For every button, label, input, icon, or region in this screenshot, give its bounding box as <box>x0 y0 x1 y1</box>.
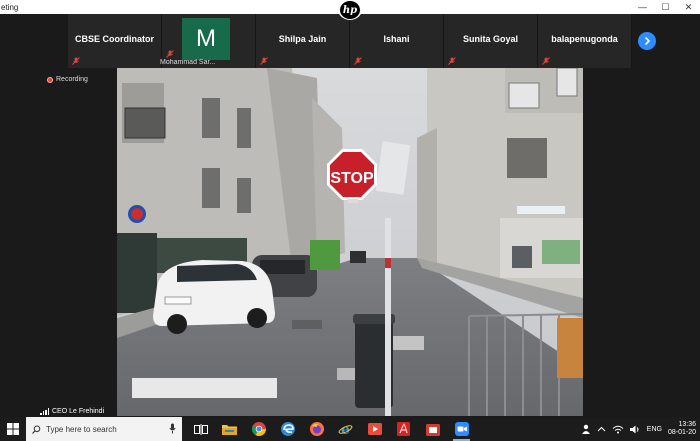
remote-app-icon[interactable] <box>360 417 389 441</box>
recording-indicator[interactable]: Recording <box>47 76 88 83</box>
signal-bars-icon <box>40 408 49 415</box>
maximize-button[interactable]: ☐ <box>654 0 677 14</box>
muted-mic-icon <box>354 57 362 65</box>
people-icon[interactable] <box>581 424 591 435</box>
participant-name: Ishani <box>383 34 410 44</box>
muted-mic-icon <box>166 50 174 58</box>
record-dot-icon <box>47 76 53 83</box>
next-page-button[interactable] <box>638 32 656 50</box>
participant-name: Sunita Goyal <box>462 34 518 44</box>
window-title: eting <box>1 2 19 12</box>
stop-sign-text: STOP <box>330 170 374 187</box>
search-icon <box>32 425 41 434</box>
search-placeholder: Type here to search <box>46 424 117 434</box>
firefox-icon[interactable] <box>302 417 331 441</box>
speaker-icon[interactable] <box>629 425 641 434</box>
recording-label: Recording <box>56 76 88 83</box>
window-controls: — ☐ ✕ <box>631 0 700 14</box>
muted-mic-icon <box>260 57 268 65</box>
participant-strip: CBSE Coordinator M Mohammad Sar... Shilp… <box>68 14 632 68</box>
taskbar-search-box[interactable]: Type here to search <box>26 417 182 441</box>
speaker-name: CEO Le Frehindi <box>52 408 105 415</box>
svg-text:e: e <box>341 422 350 436</box>
muted-mic-icon <box>72 57 80 65</box>
minimize-button[interactable]: — <box>631 0 654 14</box>
acrobat-icon[interactable] <box>389 417 418 441</box>
system-tray: ENG 13:36 08-01-20 <box>581 417 700 441</box>
zoom-meeting-window: eting — ☐ ✕ hp CBSE Coordinator M Mohamm… <box>0 0 700 441</box>
chevron-right-icon <box>644 36 651 46</box>
windows-logo-icon <box>7 423 19 435</box>
participant-name: CBSE Coordinator <box>74 34 154 44</box>
participant-name: Mohammad Sar... <box>160 59 216 66</box>
file-explorer-icon[interactable] <box>215 417 244 441</box>
internet-explorer-icon[interactable]: e <box>331 417 360 441</box>
microphone-icon[interactable] <box>169 423 176 434</box>
participant-tile[interactable]: M Mohammad Sar... <box>160 14 256 68</box>
clock-time: 13:36 <box>678 421 696 428</box>
clock-date: 08-01-20 <box>667 429 696 436</box>
participant-tile[interactable]: Sunita Goyal <box>444 14 538 68</box>
street-scene-image: STOP <box>117 68 583 416</box>
windows-taskbar: Type here to search e ENG 13:36 08-01-20 <box>0 417 700 441</box>
hp-logo-text: hp <box>340 1 360 19</box>
participant-name: balapenugonda <box>551 34 618 44</box>
participant-tile[interactable]: Ishani <box>350 14 444 68</box>
files-app-icon[interactable] <box>418 417 447 441</box>
wifi-icon[interactable] <box>612 425 624 434</box>
active-speaker-label: CEO Le Frehindi <box>40 408 104 415</box>
close-button[interactable]: ✕ <box>677 0 700 14</box>
muted-mic-icon <box>542 57 550 65</box>
main-video: STOP <box>117 68 583 416</box>
chevron-up-icon[interactable] <box>597 426 606 432</box>
zoom-icon[interactable] <box>447 417 476 441</box>
muted-mic-icon <box>448 57 456 65</box>
chrome-icon[interactable] <box>244 417 273 441</box>
task-view-icon[interactable] <box>186 417 215 441</box>
taskbar-app-icons: e <box>186 417 476 441</box>
edge-icon[interactable] <box>273 417 302 441</box>
participant-tile[interactable]: CBSE Coordinator <box>68 14 162 68</box>
avatar: M <box>182 18 230 60</box>
participant-tile[interactable]: Shilpa Jain <box>256 14 350 68</box>
participant-name: Shilpa Jain <box>278 34 327 44</box>
clock[interactable]: 13:36 08-01-20 <box>668 421 696 437</box>
start-button[interactable] <box>0 417 26 441</box>
participant-tile[interactable]: balapenugonda <box>538 14 632 68</box>
language-indicator[interactable]: ENG <box>647 426 662 433</box>
